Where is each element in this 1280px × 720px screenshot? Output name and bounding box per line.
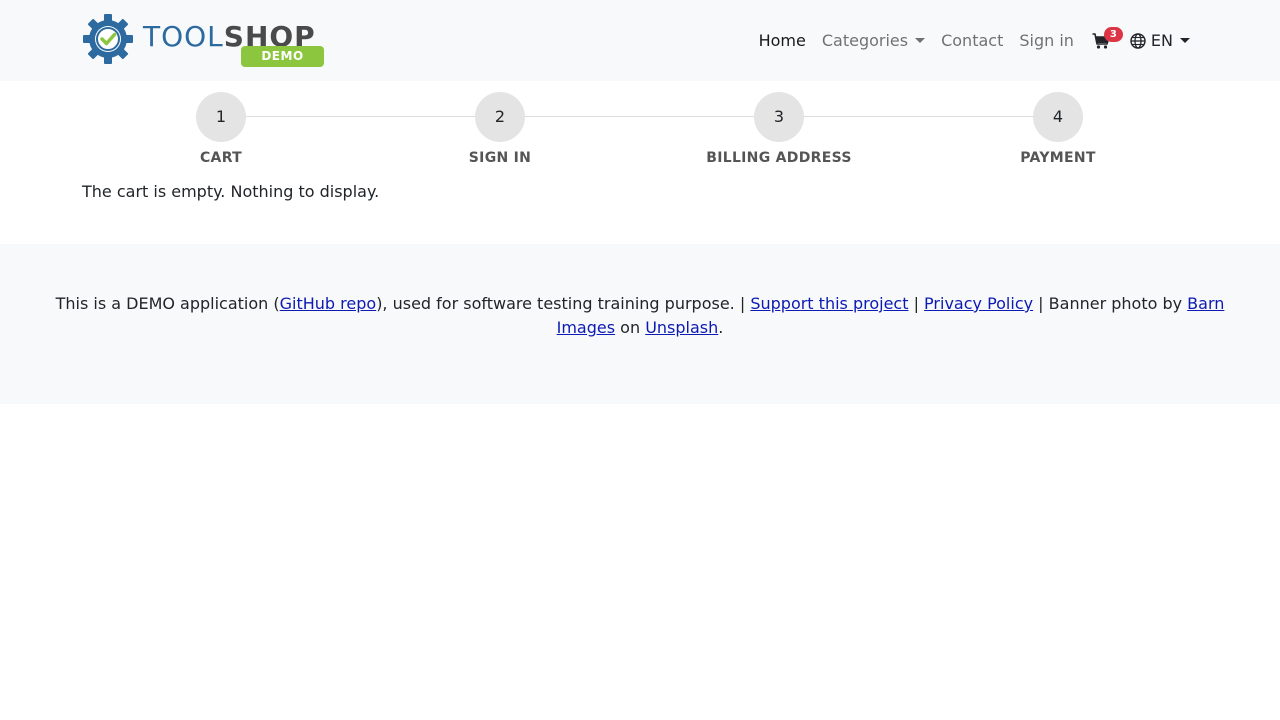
support-project-link[interactable]: Support this project [750, 294, 908, 313]
footer: This is a DEMO application (GitHub repo)… [0, 244, 1280, 404]
nav-contact-link[interactable]: Contact [933, 23, 1011, 58]
footer-text-part: This is a DEMO application ( [55, 294, 280, 313]
footer-text-part: ), used for software testing training pu… [376, 294, 751, 313]
globe-icon [1130, 32, 1146, 49]
brand-name-part1: TOOL [143, 20, 224, 53]
language-label: EN [1150, 31, 1173, 50]
cart-button[interactable]: 3 [1082, 25, 1123, 57]
step-number: 3 [754, 92, 804, 142]
brand-logo-link[interactable]: TOOLSHOP DEMO [82, 13, 330, 69]
language-dropdown[interactable]: EN [1122, 23, 1198, 58]
empty-cart-message: The cart is empty. Nothing to display. [82, 182, 380, 201]
chevron-down-icon [1180, 38, 1190, 43]
footer-text-part: | Banner photo by [1033, 294, 1188, 313]
step-number: 1 [196, 92, 246, 142]
cart-count-badge: 3 [1103, 26, 1123, 42]
step-payment: 4 PAYMENT [958, 92, 1158, 166]
footer-text-part: | [908, 294, 925, 313]
nav-categories-dropdown[interactable]: Categories [814, 23, 933, 58]
nav-categories-label: Categories [821, 31, 909, 50]
footer-text: This is a DEMO application (GitHub repo)… [50, 292, 1230, 340]
chevron-down-icon [915, 38, 926, 43]
checkout-stepper: 1 CART 2 SIGN IN 3 BILLING ADDRESS 4 PAY… [82, 81, 1198, 178]
nav-sign-in-link[interactable]: Sign in [1011, 23, 1082, 58]
main-nav: Home Categories Contact Sign in 3 EN [751, 0, 1198, 81]
github-repo-link[interactable]: GitHub repo [280, 294, 377, 313]
privacy-policy-link[interactable]: Privacy Policy [924, 294, 1033, 313]
navbar: TOOLSHOP DEMO Home Categories Contact Si… [0, 0, 1280, 81]
footer-text-part: on [615, 318, 646, 337]
step-label: PAYMENT [1020, 150, 1096, 166]
step-label: BILLING ADDRESS [706, 150, 852, 166]
step-sign-in: 2 SIGN IN [400, 92, 600, 166]
step-number: 2 [475, 92, 525, 142]
brand-demo-badge: DEMO [241, 46, 324, 67]
gear-logo-icon [83, 14, 133, 64]
step-billing-address: 3 BILLING ADDRESS [679, 92, 879, 166]
step-cart: 1 CART [121, 92, 321, 166]
step-label: SIGN IN [468, 150, 532, 166]
unsplash-link[interactable]: Unsplash [645, 318, 718, 337]
footer-text-part: . [718, 318, 724, 337]
step-label: CART [199, 150, 242, 166]
cart-content: The cart is empty. Nothing to display. [82, 178, 1198, 244]
step-number: 4 [1033, 92, 1083, 142]
stepper-connector-line [221, 116, 1059, 117]
nav-home-link[interactable]: Home [751, 23, 814, 58]
